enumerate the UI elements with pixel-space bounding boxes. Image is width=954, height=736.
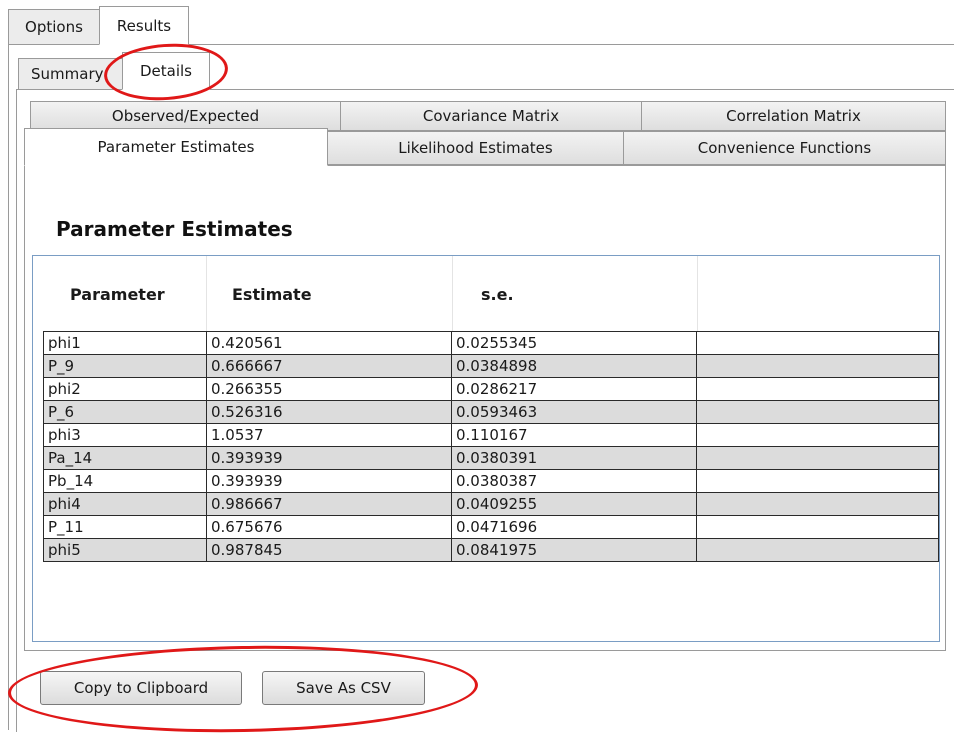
tab-summary[interactable]: Summary: [18, 58, 124, 90]
cell-parameter: phi3: [43, 424, 207, 446]
cell-estimate: 0.987845: [207, 539, 452, 561]
table-row[interactable]: P_6 0.526316 0.0593463: [43, 400, 939, 423]
cell-parameter: phi1: [43, 332, 207, 354]
cell-se: 0.0841975: [452, 539, 697, 561]
column-divider: [206, 256, 207, 332]
cell-parameter: P_6: [43, 401, 207, 423]
cell-estimate: 0.526316: [207, 401, 452, 423]
column-header-estimate[interactable]: Estimate: [208, 256, 452, 332]
table-row[interactable]: phi4 0.986667 0.0409255: [43, 492, 939, 515]
cell-se: 0.0384898: [452, 355, 697, 377]
cell-empty: [697, 424, 939, 446]
cell-se: 0.0255345: [452, 332, 697, 354]
table-row[interactable]: phi3 1.0537 0.110167: [43, 423, 939, 446]
cell-se: 0.0593463: [452, 401, 697, 423]
tab-likelihood-estimates[interactable]: Likelihood Estimates: [327, 131, 624, 165]
tab-results[interactable]: Results: [99, 6, 189, 45]
section-title: Parameter Estimates: [56, 217, 293, 241]
cell-estimate: 0.675676: [207, 516, 452, 538]
cell-parameter: Pa_14: [43, 447, 207, 469]
column-header-parameter[interactable]: Parameter: [44, 256, 204, 332]
cell-se: 0.0380391: [452, 447, 697, 469]
table-row[interactable]: phi2 0.266355 0.0286217: [43, 377, 939, 400]
cell-parameter: Pb_14: [43, 470, 207, 492]
cell-empty: [697, 355, 939, 377]
table-row[interactable]: Pa_14 0.393939 0.0380391: [43, 446, 939, 469]
column-header-empty[interactable]: [697, 256, 939, 332]
tab-convenience-functions[interactable]: Convenience Functions: [623, 131, 946, 165]
cell-empty: [697, 332, 939, 354]
window-frame-left: [8, 44, 9, 730]
cell-empty: [697, 378, 939, 400]
table-row[interactable]: P_11 0.675676 0.0471696: [43, 515, 939, 538]
tab-parameter-estimates[interactable]: Parameter Estimates: [24, 128, 328, 166]
cell-estimate: 0.420561: [207, 332, 452, 354]
cell-se: 0.0286217: [452, 378, 697, 400]
cell-estimate: 1.0537: [207, 424, 452, 446]
cell-estimate: 0.393939: [207, 447, 452, 469]
cell-estimate: 0.666667: [207, 355, 452, 377]
table-bottom-border: [43, 561, 939, 562]
tab-covariance-matrix[interactable]: Covariance Matrix: [340, 101, 642, 131]
cell-se: 0.110167: [452, 424, 697, 446]
column-header-se[interactable]: s.e.: [453, 256, 697, 332]
cell-parameter: phi2: [43, 378, 207, 400]
cell-empty: [697, 516, 939, 538]
cell-se: 0.0471696: [452, 516, 697, 538]
cell-estimate: 0.266355: [207, 378, 452, 400]
save-as-csv-button[interactable]: Save As CSV: [262, 671, 425, 705]
cell-se: 0.0409255: [452, 493, 697, 515]
cell-empty: [697, 401, 939, 423]
cell-estimate: 0.393939: [207, 470, 452, 492]
copy-to-clipboard-button[interactable]: Copy to Clipboard: [40, 671, 242, 705]
cell-parameter: phi5: [43, 539, 207, 561]
cell-empty: [697, 493, 939, 515]
cell-empty: [697, 447, 939, 469]
table-row[interactable]: phi5 0.987845 0.0841975: [43, 538, 939, 561]
tab-observed-expected[interactable]: Observed/Expected: [30, 101, 341, 131]
cell-estimate: 0.986667: [207, 493, 452, 515]
table-row[interactable]: Pb_14 0.393939 0.0380387: [43, 469, 939, 492]
table-row[interactable]: P_9 0.666667 0.0384898: [43, 354, 939, 377]
cell-se: 0.0380387: [452, 470, 697, 492]
cell-parameter: P_11: [43, 516, 207, 538]
cell-empty: [697, 539, 939, 561]
tab-correlation-matrix[interactable]: Correlation Matrix: [641, 101, 946, 131]
cell-empty: [697, 470, 939, 492]
table-row[interactable]: phi1 0.420561 0.0255345: [43, 331, 939, 354]
tab-options[interactable]: Options: [8, 9, 100, 45]
tab-details[interactable]: Details: [122, 52, 210, 90]
cell-parameter: phi4: [43, 493, 207, 515]
cell-parameter: P_9: [43, 355, 207, 377]
